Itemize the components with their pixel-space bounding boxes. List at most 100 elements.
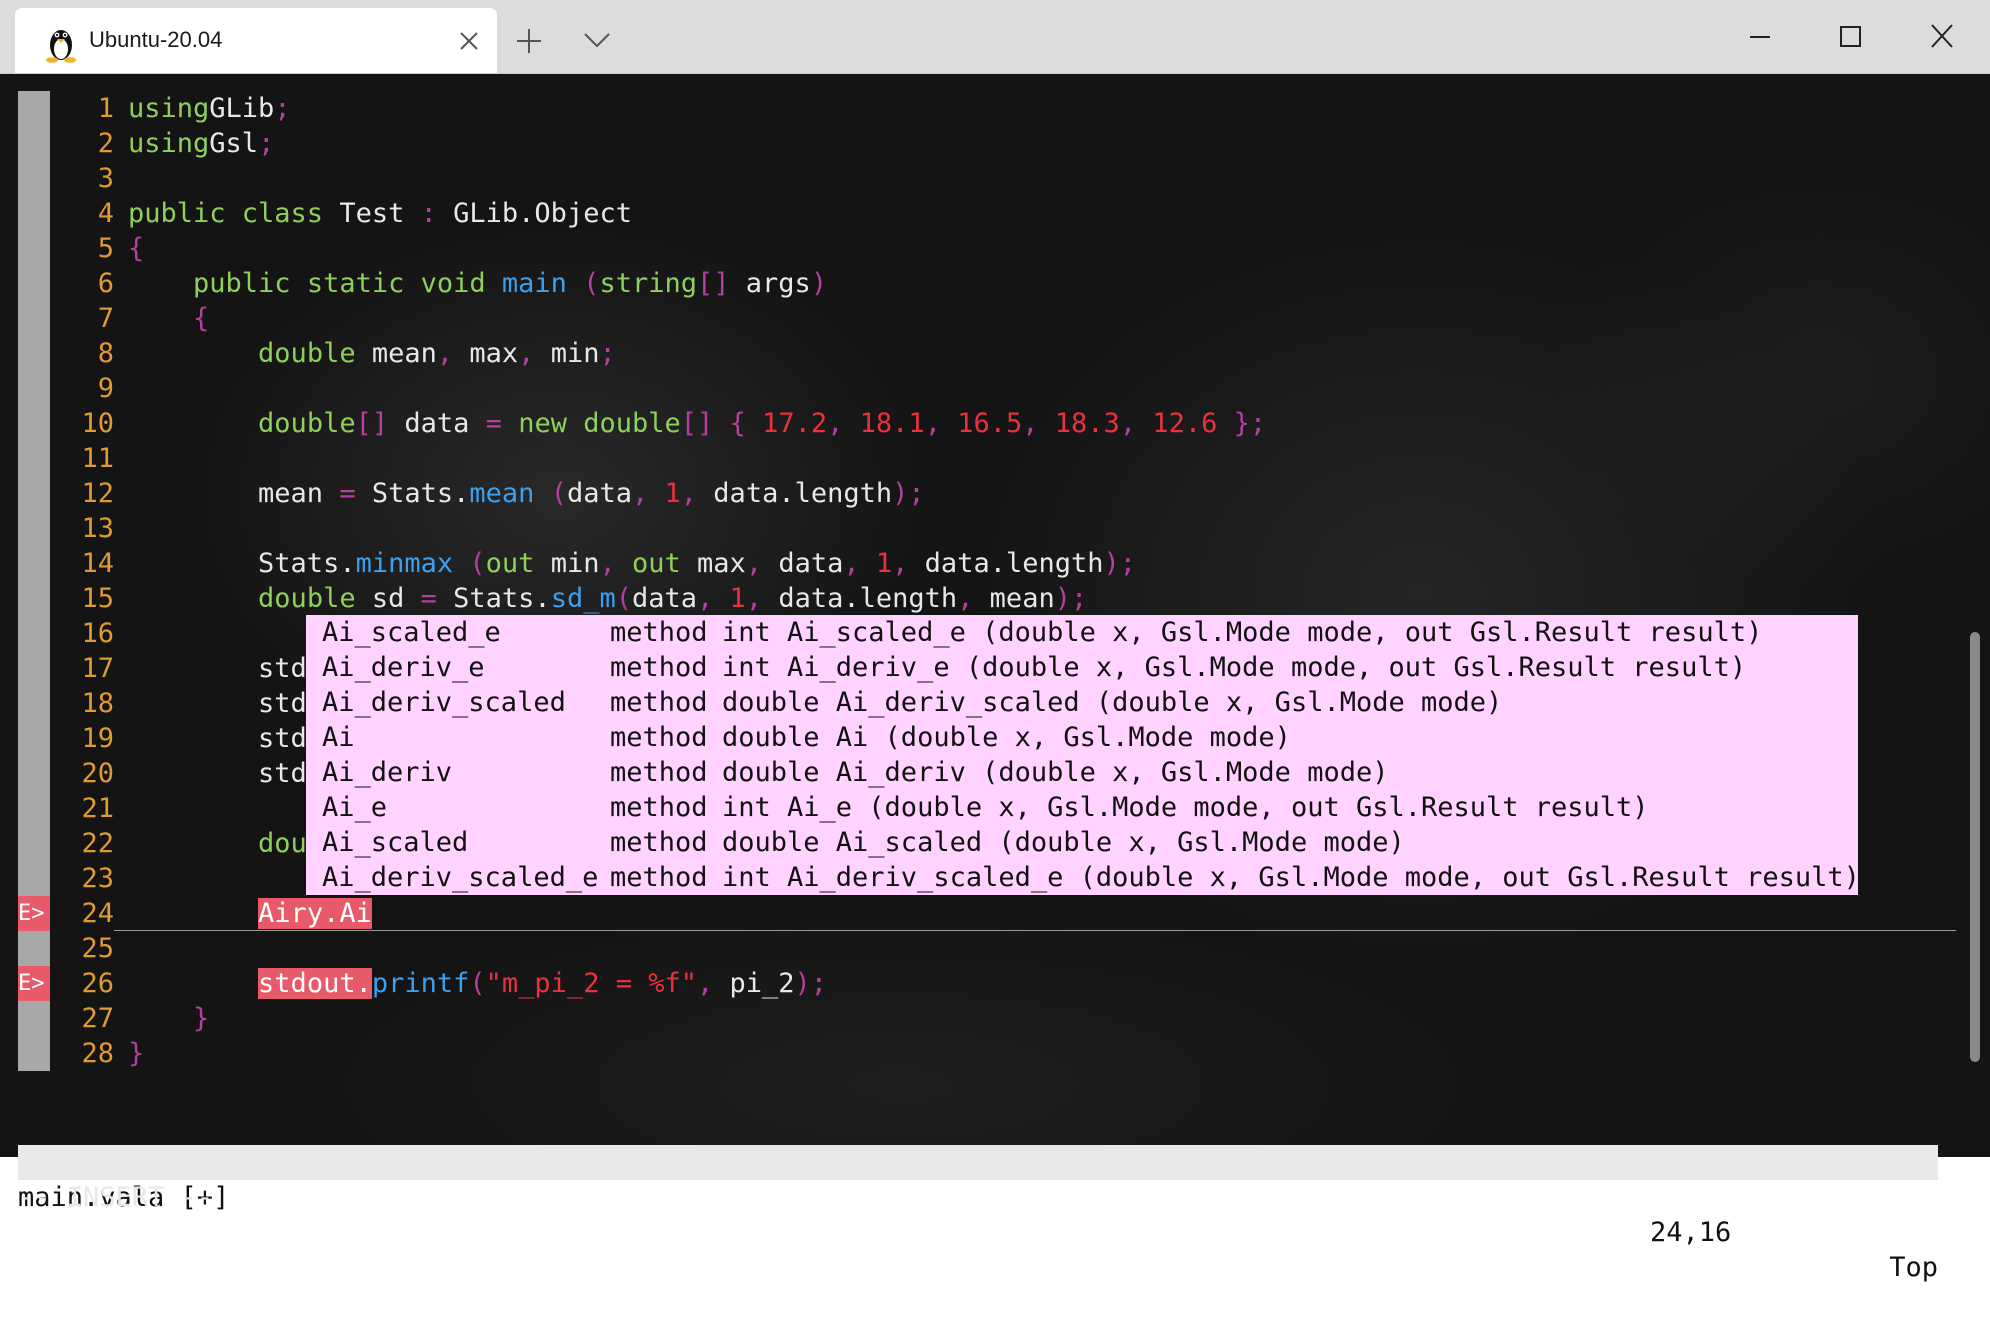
sign-column	[18, 931, 50, 966]
code-token: stdo	[128, 758, 324, 789]
code-token: data	[566, 478, 632, 509]
code-line[interactable]: 11	[18, 441, 1938, 476]
code-token: :	[420, 198, 437, 229]
status-scroll-position: Top	[1889, 1252, 1938, 1283]
code-token: []	[697, 268, 730, 299]
code-line[interactable]: 8 double mean, max, min;	[18, 336, 1938, 371]
code-token: 17.2	[762, 408, 828, 439]
plus-icon[interactable]	[515, 27, 543, 55]
code-line[interactable]: E> 24 Airy.Ai	[18, 896, 1956, 931]
terminal-area[interactable]: 1 usingGLib; 2 usingGsl; 3 4 public class Test…	[0, 74, 1990, 1283]
close-icon[interactable]	[456, 28, 482, 54]
code-line[interactable]: E> 26 stdout.printf("m_pi_2 = %f", pi_2);	[18, 966, 1938, 1001]
line-number: 15	[81, 583, 114, 614]
completion-item[interactable]: Ai_deriv_scaled_e method int Ai_deriv_scal…	[306, 860, 1860, 895]
code-token: "m_pi_2 = %f"	[485, 968, 697, 999]
sign-column	[18, 161, 50, 196]
completion-item[interactable]: Ai_deriv_scaled method double Ai_deriv_sca…	[306, 685, 1858, 720]
code-token: out	[485, 548, 535, 579]
code-line[interactable]: 6 public static void main (string[] args…	[18, 266, 1938, 301]
completion-item[interactable]: Ai method double Ai (double x, Gsl.Mode mo…	[306, 720, 1858, 755]
sign-column	[18, 721, 50, 756]
code-token: =	[339, 478, 356, 509]
scrollbar-thumb[interactable]	[1970, 632, 1980, 1062]
sign-column	[18, 511, 50, 546]
completion-item[interactable]: Ai_scaled method double Ai_scaled (double …	[306, 825, 1858, 860]
code-token: new	[518, 408, 567, 439]
code-token: min	[534, 548, 600, 579]
code-token: mean	[128, 478, 340, 509]
line-number: 6	[97, 268, 114, 299]
maximize-icon[interactable]	[1830, 20, 1870, 54]
code-line[interactable]: 27 }	[18, 1001, 1938, 1036]
code-token: args	[729, 268, 811, 299]
sign-column	[18, 1036, 50, 1071]
completion-item[interactable]: Ai_scaled_e method int Ai_scaled_e (double…	[306, 615, 1858, 650]
code-line[interactable]: 10 double[] data = new double[] { 17.2, …	[18, 406, 1938, 441]
error-highlight: Airy.Ai	[258, 898, 372, 929]
completion-item[interactable]: Ai_deriv_e method int Ai_deriv_e (double x…	[306, 650, 1858, 685]
code-token: 16.5	[957, 408, 1023, 439]
code-token: ,	[892, 548, 909, 579]
sign-column	[18, 371, 50, 406]
code-line[interactable]: 7 {	[18, 301, 1938, 336]
code-line[interactable]: 3	[18, 161, 1938, 196]
code-token: mean	[469, 478, 535, 509]
code-editor[interactable]: 1 usingGLib; 2 usingGsl; 3 4 public class Test…	[18, 91, 1956, 1071]
code-token: []	[680, 408, 714, 439]
code-token: ,	[696, 968, 714, 999]
code-line[interactable]: 13	[18, 511, 1938, 546]
code-token: min	[534, 338, 600, 369]
code-token: =	[485, 408, 502, 439]
completion-word: Ai_deriv_scaled_e	[322, 862, 599, 893]
line-number: 5	[97, 233, 114, 264]
code-token: double	[258, 338, 356, 369]
code-token: printf	[371, 968, 470, 999]
code-line[interactable]: 4 public class Test : GLib.Object	[18, 196, 1938, 231]
code-token: sd_m	[550, 583, 616, 614]
line-number: 25	[81, 933, 114, 964]
code-token: public class	[128, 198, 324, 229]
sign-column	[18, 126, 50, 161]
completion-item[interactable]: Ai_e method int Ai_e (double x, Gsl.Mode m…	[306, 790, 1858, 825]
line-number: 22	[81, 828, 114, 859]
code-line[interactable]: 15 double sd = Stats.sd_m(data, 1, data.…	[18, 581, 1938, 616]
code-line[interactable]: 14 Stats.minmax (out min, out max, data,…	[18, 546, 1938, 581]
code-line[interactable]: 25	[18, 931, 1938, 966]
completion-signature: double Ai_deriv (double x, Gsl.Mode mode…	[722, 757, 1389, 788]
code-line[interactable]: 1 usingGLib;	[18, 91, 1938, 126]
code-token: );	[794, 968, 828, 999]
code-token: ,	[599, 548, 616, 579]
code-token: mean	[355, 338, 437, 369]
code-line[interactable]: 2 usingGsl;	[18, 126, 1938, 161]
code-token: Test	[323, 198, 421, 229]
code-token: 12.6	[1152, 408, 1218, 439]
sign-column	[18, 791, 50, 826]
close-icon[interactable]	[1922, 20, 1962, 54]
terminal-tab[interactable]: Ubuntu-20.04	[15, 8, 497, 73]
completion-signature: double Ai_deriv_scaled (double x, Gsl.Mo…	[722, 687, 1503, 718]
completion-item[interactable]: Ai_deriv method double Ai_deriv (double x,…	[306, 755, 1858, 790]
completion-popup[interactable]: Ai_scaled_e method int Ai_scaled_e (double…	[306, 615, 1860, 895]
minimize-icon[interactable]	[1740, 20, 1780, 54]
error-sign: E>	[18, 896, 50, 931]
line-number: 13	[81, 513, 114, 544]
completion-kind: method	[610, 862, 708, 893]
code-token: 18.1	[859, 408, 925, 439]
code-line[interactable]: 12 mean = Stats.mean (data, 1, data.leng…	[18, 476, 1938, 511]
code-line[interactable]: 5{	[18, 231, 1938, 266]
code-line[interactable]: 9	[18, 371, 1938, 406]
completion-word: Ai_deriv_scaled	[322, 687, 566, 718]
code-line[interactable]: 28}	[18, 1036, 1938, 1071]
code-token: ,	[924, 408, 941, 439]
chevron-down-icon[interactable]	[582, 28, 612, 52]
